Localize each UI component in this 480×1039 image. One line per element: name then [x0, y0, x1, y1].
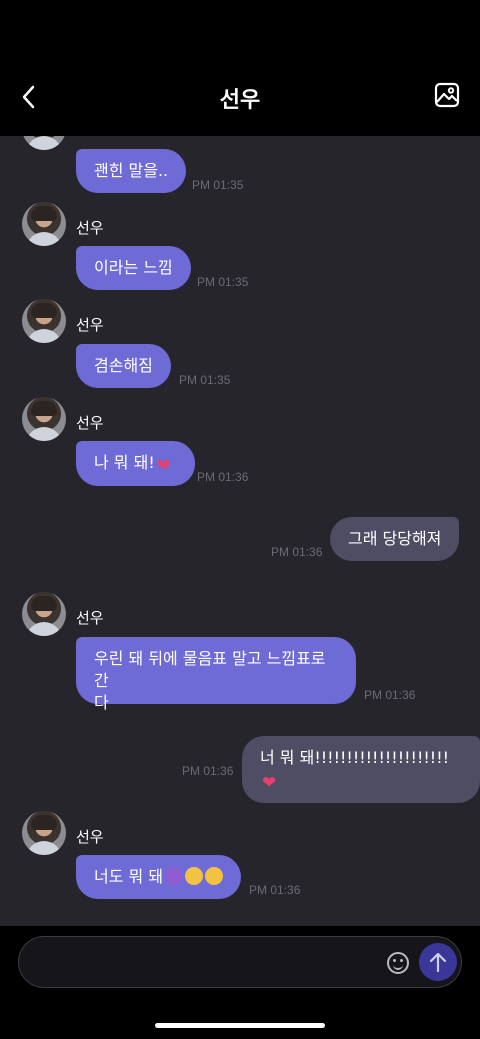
message-text: 나 뭐 돼!	[94, 453, 155, 472]
message-bubble-incoming[interactable]: 너도 뭐 돼	[76, 855, 242, 899]
devil-emoji-icon	[165, 867, 184, 885]
sender-name: 선우	[76, 219, 104, 237]
gallery-button[interactable]	[434, 82, 460, 108]
avatar[interactable]	[22, 592, 66, 636]
message-bubble-incoming[interactable]: 나 뭐 돼! ❤	[76, 441, 195, 486]
arrow-up-icon	[429, 952, 447, 973]
heart-emoji-icon: ❤	[156, 456, 171, 476]
message-bubble-incoming[interactable]: 괜힌 말을..	[76, 149, 187, 193]
send-button[interactable]	[419, 943, 457, 981]
message-time: PM 01:35	[179, 373, 231, 387]
message-time: PM 01:35	[192, 178, 244, 192]
message-text: 너도 뭐 돼	[94, 867, 164, 886]
avatar[interactable]	[22, 397, 66, 441]
message-time: PM 01:36	[271, 545, 323, 559]
sender-name: 선우	[76, 316, 104, 334]
message-bubble-incoming[interactable]: 이라는 느낌	[76, 246, 191, 290]
message-input[interactable]	[18, 936, 462, 988]
smiling-hearts-emoji-icon	[185, 867, 204, 885]
message-time: PM 01:36	[249, 883, 301, 897]
sender-name: 선우	[76, 609, 104, 627]
message-bubble-outgoing[interactable]: 그래 당당해져	[330, 517, 460, 561]
avatar[interactable]	[22, 299, 66, 343]
message-bubble-outgoing[interactable]: 너 뭐 돼!!!!!!!!!!!!!!!!!!!!! ❤	[242, 736, 480, 803]
message-text: 겸손해짐	[94, 356, 153, 375]
message-text: 그래 당당해져	[348, 529, 442, 548]
message-bubble-incoming[interactable]: 우린 돼 뒤에 물음표 말고 느낌표로 간 다	[76, 637, 356, 712]
home-indicator	[155, 1023, 325, 1028]
sender-name: 선우	[76, 414, 104, 432]
message-bubble-incoming[interactable]: 겸손해짐	[76, 344, 171, 388]
message-text: 우린 돼 뒤에 물음표 말고 느낌표로 간	[94, 649, 326, 690]
avatar[interactable]	[22, 136, 66, 150]
message-time: PM 01:36	[364, 688, 416, 702]
message-text: 너 뭐 돼!!!!!!!!!!!!!!!!!!!!!	[260, 748, 450, 767]
sender-name: 선우	[76, 828, 104, 846]
page-title: 선우	[219, 88, 261, 113]
message-time: PM 01:36	[197, 470, 249, 484]
message-time: PM 01:35	[197, 275, 249, 289]
avatar[interactable]	[22, 811, 66, 855]
avatar[interactable]	[22, 202, 66, 246]
message-text: 다	[94, 693, 109, 712]
message-composer	[0, 926, 480, 1039]
message-text: 괜힌 말을..	[94, 161, 169, 180]
image-icon	[434, 82, 460, 108]
heart-emoji-icon: ❤	[262, 773, 277, 793]
message-text: 이라는 느낌	[94, 258, 173, 277]
smiling-hearts-emoji-icon	[205, 867, 224, 885]
smiley-icon[interactable]	[387, 952, 409, 974]
chat-header: 선우	[0, 0, 480, 136]
message-list[interactable]: 괜힌 말을.. PM 01:35 선우 이라는 느낌 PM 01:35 선우 겸…	[0, 136, 480, 926]
message-time: PM 01:36	[182, 764, 234, 778]
